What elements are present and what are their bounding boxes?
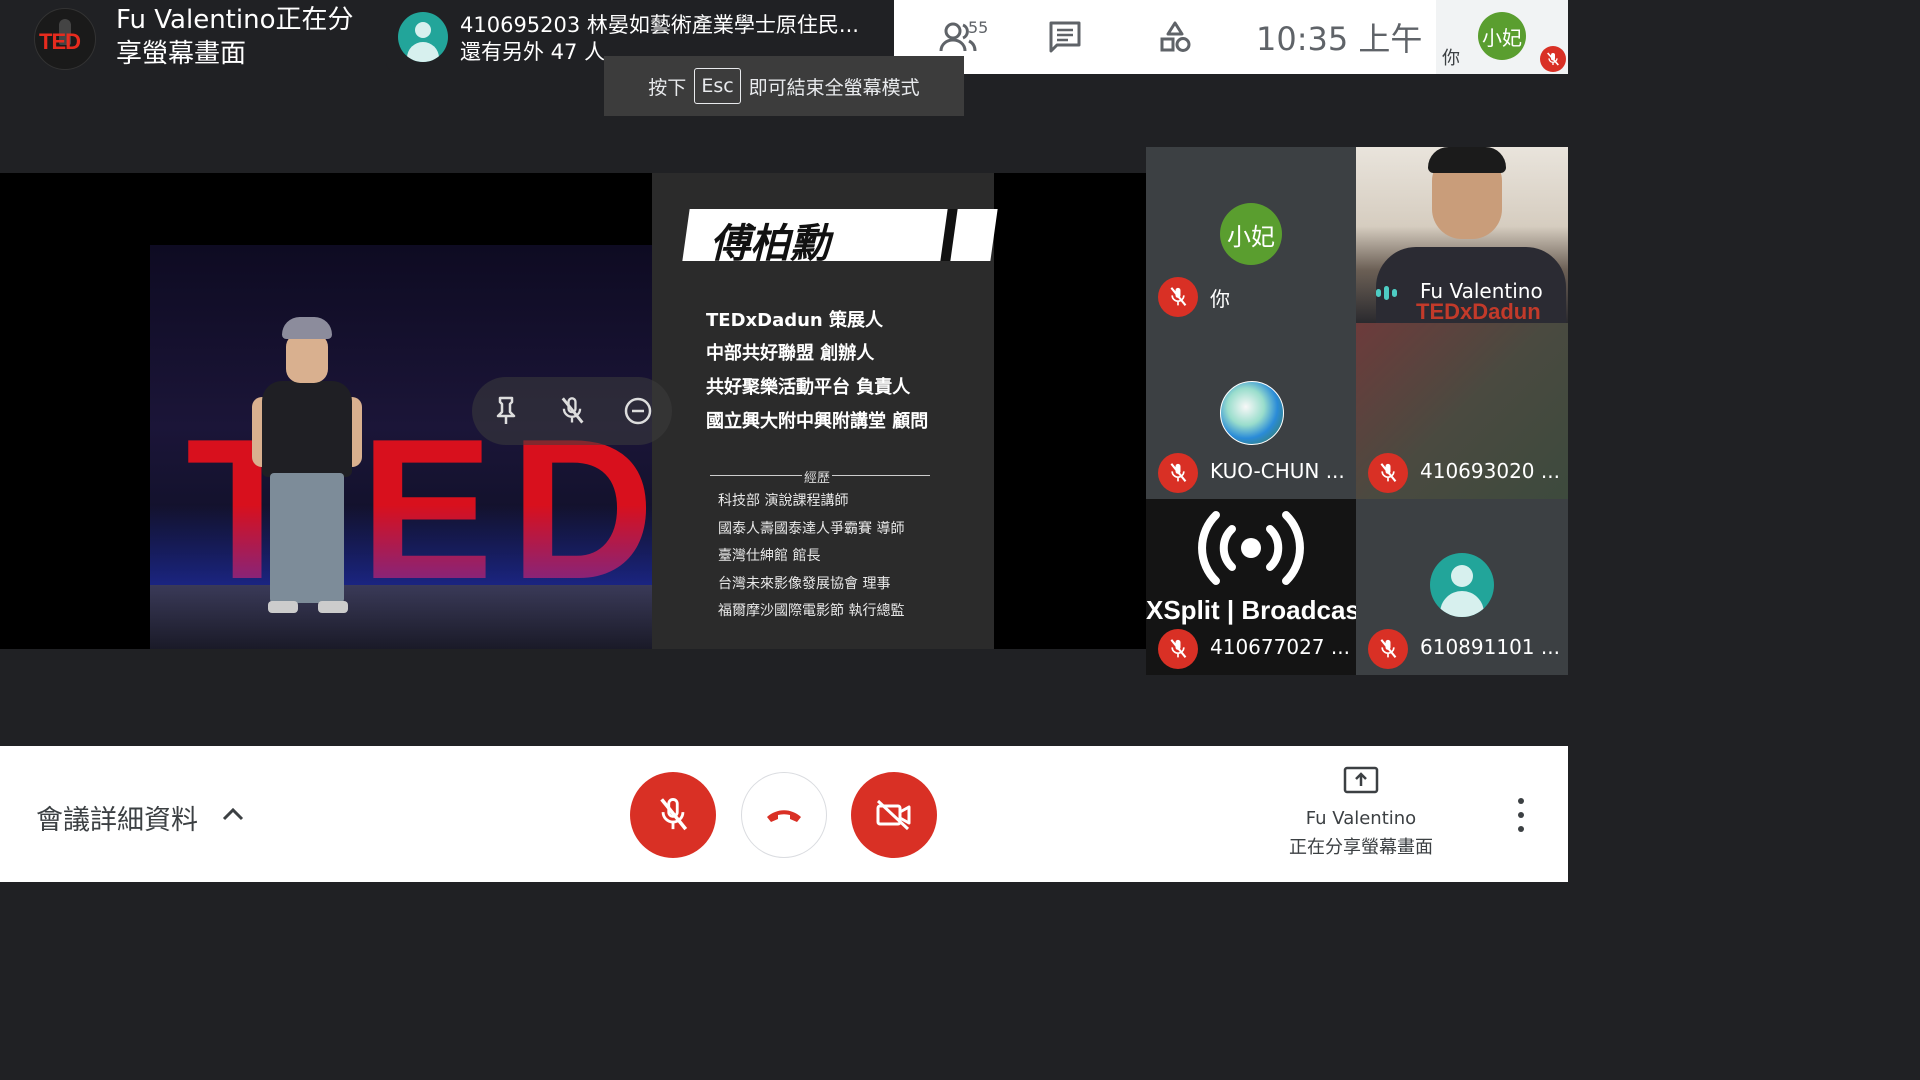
presenting-info[interactable]: Fu Valentino 正在分享螢幕畫面 (1280, 766, 1442, 859)
broadcast-icon (1198, 511, 1304, 585)
chat-icon (1049, 21, 1081, 53)
participant-tile-kuo-chun[interactable]: KUO-CHUN ... (1146, 323, 1356, 499)
camera-off-icon (876, 799, 911, 831)
participant-name: 410693020 ... (1420, 459, 1560, 483)
presenter-name: Fu Valentino (1305, 808, 1417, 829)
experience-item: 科技部 演說課程講師 (718, 493, 849, 509)
pin-icon (496, 396, 516, 424)
microphone-toggle-button[interactable] (630, 772, 716, 858)
self-preview[interactable]: 小妃 你 (1436, 0, 1568, 74)
participant-tile-fu-valentino[interactable]: TEDxDadun Fu Valentino (1356, 147, 1568, 323)
slide-role: 共好聚樂活動平台 負責人 (706, 377, 911, 398)
chat-button[interactable] (1040, 12, 1090, 62)
self-mic-off-icon (1540, 46, 1566, 72)
participant-tile-610891101[interactable]: 610891101 ... (1356, 499, 1568, 675)
slide-speaker-name: 傅柏勳 (710, 221, 830, 267)
slide-role: 國立興大附中興附講堂 顧問 (706, 411, 929, 432)
people-count: 55 (968, 18, 989, 37)
experience-item: 國泰人壽國泰達人爭霸賽 導師 (718, 521, 905, 537)
activities-button[interactable] (1150, 12, 1200, 62)
participant-tile-410677027[interactable]: XSplit | Broadcaster 410677027 ... (1146, 499, 1356, 675)
presenter-label: Fu Valentino正在分享螢幕畫面 (116, 5, 354, 69)
mic-off-icon (660, 798, 688, 831)
tile-hover-controls (472, 377, 672, 445)
shared-screen: T E D 傅柏勳 TEDxDadun 策展人 中部共好聯盟 創辦人 共好聚樂活… (0, 173, 1146, 649)
camera-toggle-button[interactable] (851, 772, 937, 858)
more-options-button[interactable] (1508, 798, 1534, 832)
remove-icon (624, 397, 652, 425)
slide-role: 中部共好聯盟 創辦人 (706, 343, 875, 364)
self-avatar: 小妃 (1478, 12, 1526, 60)
presenter-status: 正在分享螢幕畫面 (1289, 837, 1433, 858)
participant-avatar (1220, 381, 1284, 445)
clock: 10:35 上午 (1256, 20, 1423, 58)
top-right-toolbar: 55 10:35 上午 小妃 你 (894, 0, 1568, 74)
mic-off-icon (1368, 453, 1408, 493)
slide-role: TEDxDadun 策展人 (706, 310, 883, 331)
mic-off-icon (561, 397, 584, 424)
meeting-details-button[interactable]: 會議詳細資料 (36, 798, 198, 837)
bottom-bar: 會議詳細資料 Fu Valentino 正在分享螢幕畫面 (0, 746, 1568, 882)
mute-participant-button[interactable] (552, 391, 592, 431)
participant-tile-self[interactable]: 小妃 你 (1146, 147, 1356, 323)
presenter-avatar: TED (34, 8, 96, 70)
speaker-photo: T E D (150, 245, 652, 649)
fullscreen-exit-toast: 按下 Esc 即可結束全螢幕模式 (604, 56, 964, 116)
mic-off-icon (1158, 453, 1198, 493)
participant-name: Fu Valentino (1420, 279, 1543, 303)
speaking-indicator-icon (1376, 286, 1397, 300)
more-dot-icon (1518, 812, 1524, 818)
participant-name: 你 (1210, 287, 1230, 311)
pin-button[interactable] (486, 391, 526, 431)
more-dot-icon (1518, 826, 1524, 832)
toast-suffix: 即可結束全螢幕模式 (748, 76, 920, 99)
experience-item: 台灣未來影像發展協會 理事 (718, 576, 891, 592)
participant-avatar-icon (1430, 553, 1494, 617)
participant-name: 410677027 ... (1210, 635, 1350, 659)
hang-up-icon (767, 810, 801, 822)
leave-call-button[interactable] (741, 772, 827, 858)
participant-name: 410695203 林晏如藝術產業學士原住民... (460, 13, 859, 37)
participant-avatar: 小妃 (1220, 203, 1282, 265)
participant-others-count: 還有另外 47 人 (460, 40, 606, 64)
present-screen-icon (1343, 766, 1379, 794)
mic-off-icon (1368, 629, 1408, 669)
participant-name: KUO-CHUN ... (1210, 459, 1345, 483)
participant-avatar-icon (398, 12, 448, 62)
mic-off-icon (1158, 629, 1198, 669)
xsplit-logo-text: XSplit | Broadcaster (1146, 595, 1356, 625)
experience-item: 臺灣仕紳館 館長 (718, 548, 821, 564)
people-button[interactable]: 55 (924, 12, 994, 62)
remove-button[interactable] (618, 391, 658, 431)
presenter-indicator: TED Fu Valentino正在分享螢幕畫面 (0, 0, 380, 74)
slide-bio-panel: 傅柏勳 TEDxDadun 策展人 中部共好聯盟 創辦人 共好聚樂活動平台 負責… (652, 173, 998, 649)
mic-off-icon (1158, 277, 1198, 317)
activities-icon (1160, 21, 1191, 52)
experience-title: 經歷 (802, 467, 833, 486)
toast-prefix: 按下 (648, 76, 687, 99)
experience-item: 福爾摩沙國際電影節 執行總監 (718, 603, 905, 619)
participant-tile-410693020[interactable]: 410693020 ... (1356, 323, 1568, 499)
esc-key: Esc (694, 68, 741, 104)
more-dot-icon (1518, 798, 1524, 804)
participant-name: 610891101 ... (1420, 635, 1560, 659)
self-label: 你 (1442, 48, 1460, 69)
chevron-up-icon[interactable] (220, 802, 246, 828)
